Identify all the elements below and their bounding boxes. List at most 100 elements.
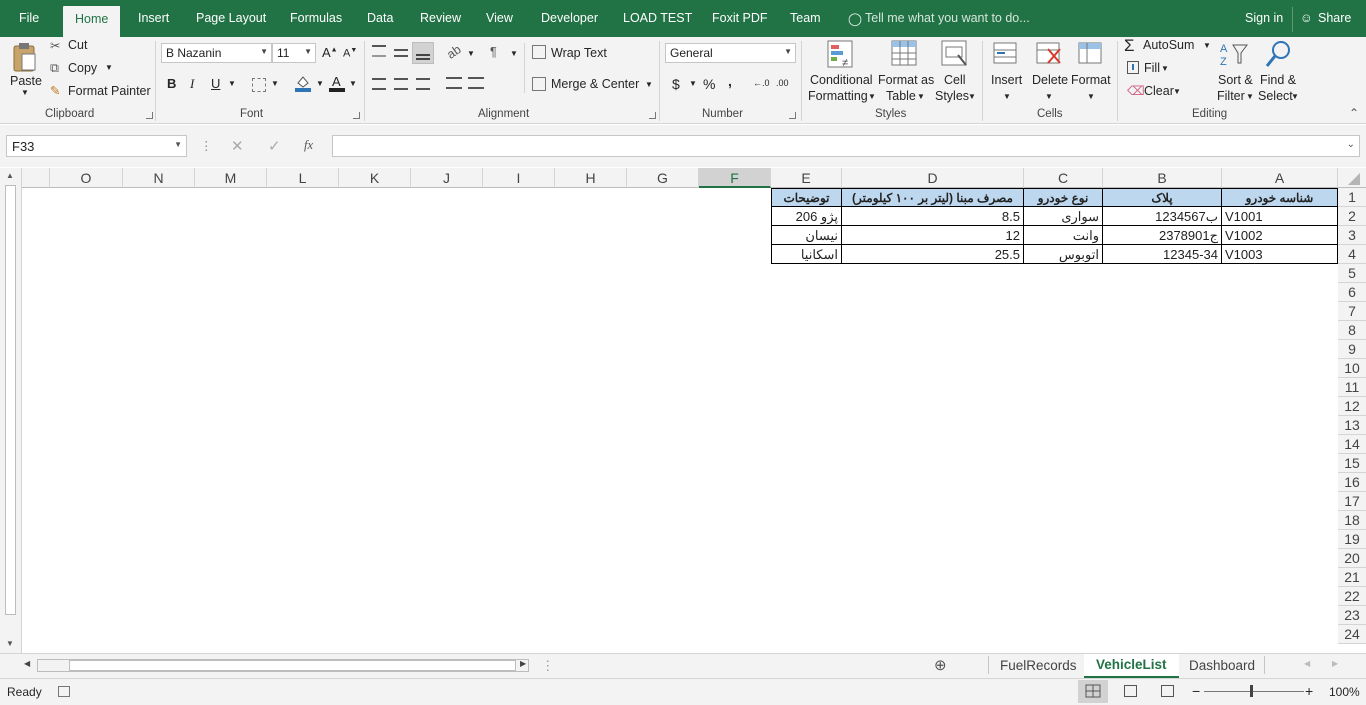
merge-center-button[interactable]: Merge & Center xyxy=(551,77,639,91)
row-header[interactable]: 14 xyxy=(1338,435,1366,454)
paste-icon[interactable] xyxy=(11,41,37,73)
chevron-down-icon[interactable]: ▼ xyxy=(228,79,236,88)
comma-button[interactable]: , xyxy=(728,73,732,89)
select-all-corner[interactable] xyxy=(1338,168,1366,188)
sheet-tab-vehiclelist[interactable]: VehicleList xyxy=(1084,654,1179,678)
row-header[interactable]: 15 xyxy=(1338,454,1366,473)
tab-insert[interactable]: Insert xyxy=(138,11,169,25)
scroll-right-icon[interactable]: ▶ xyxy=(520,659,526,668)
table-cell[interactable]: پژو 206 xyxy=(771,207,842,226)
row-header[interactable]: 21 xyxy=(1338,568,1366,587)
italic-button[interactable]: I xyxy=(190,76,194,92)
top-align-icon[interactable] xyxy=(372,45,386,57)
wrap-text-button[interactable]: Wrap Text xyxy=(551,46,607,60)
increase-indent-icon[interactable] xyxy=(468,77,484,89)
orientation-icon[interactable]: ab xyxy=(444,42,463,61)
sheet-tab-fuelrecords[interactable]: FuelRecords xyxy=(1000,658,1077,673)
share-button[interactable]: Share xyxy=(1318,11,1351,25)
table-cell[interactable]: نیسان xyxy=(771,226,842,245)
chevron-down-icon[interactable]: ▼ xyxy=(21,88,29,97)
tell-me-search[interactable]: Tell me what you want to do... xyxy=(865,11,1030,25)
name-box[interactable]: F33 ▼ xyxy=(6,135,187,157)
insert-function-button[interactable]: fx xyxy=(304,138,313,153)
table-cell[interactable]: V1003 xyxy=(1222,245,1338,264)
format-as-table-label-1[interactable]: Format as xyxy=(878,73,934,87)
column-header-j[interactable]: J xyxy=(411,168,483,188)
tab-developer[interactable]: Developer xyxy=(541,11,598,25)
increase-decimal-icon[interactable]: ←.0 xyxy=(753,78,770,88)
number-format-select[interactable]: General ▼ xyxy=(665,43,796,63)
row-header[interactable]: 22 xyxy=(1338,587,1366,606)
decrease-font-icon[interactable]: A▼ xyxy=(343,47,357,60)
next-sheet-icon[interactable]: ▶ xyxy=(1332,659,1338,668)
bottom-align-icon[interactable] xyxy=(412,42,434,64)
number-launcher-icon[interactable] xyxy=(789,112,796,119)
zoom-level[interactable]: 100% xyxy=(1329,685,1360,699)
autosum-button[interactable]: AutoSum xyxy=(1143,38,1194,52)
font-color-icon[interactable]: A xyxy=(329,74,345,92)
tab-home[interactable]: Home xyxy=(63,6,121,37)
cell-styles-label-1[interactable]: Cell xyxy=(944,73,966,87)
format-painter-button[interactable]: Format Painter xyxy=(68,84,151,98)
column-header-b[interactable]: B xyxy=(1103,168,1222,188)
fill-color-icon[interactable] xyxy=(295,74,311,92)
row-header[interactable]: 10 xyxy=(1338,359,1366,378)
chevron-down-icon[interactable]: ▼ xyxy=(1045,92,1053,101)
formula-input[interactable]: ⌄ xyxy=(332,135,1360,157)
underline-button[interactable]: U xyxy=(211,76,220,91)
tab-view[interactable]: View xyxy=(486,11,513,25)
tab-file[interactable]: File xyxy=(19,11,39,25)
row-header[interactable]: 20 xyxy=(1338,549,1366,568)
column-header-g[interactable]: G xyxy=(627,168,699,188)
clear-button[interactable]: Clear xyxy=(1144,84,1174,98)
column-header-e[interactable]: E xyxy=(771,168,842,188)
chevron-down-icon[interactable]: ▼ xyxy=(271,79,279,88)
row-header[interactable]: 3 xyxy=(1338,226,1366,245)
table-cell[interactable]: 12 xyxy=(842,226,1024,245)
row-header[interactable]: 9 xyxy=(1338,340,1366,359)
table-cell[interactable]: 23ج78901 xyxy=(1103,226,1222,245)
format-as-table-label-2[interactable]: Table xyxy=(886,89,916,103)
page-break-view-icon[interactable] xyxy=(1161,685,1174,697)
prev-sheet-icon[interactable]: ◀ xyxy=(1304,659,1310,668)
sheet-tab-dashboard[interactable]: Dashboard xyxy=(1189,658,1255,673)
row-header[interactable]: 2 xyxy=(1338,207,1366,226)
cell-styles-label-2[interactable]: Styles xyxy=(935,89,969,103)
increase-font-icon[interactable]: A▲ xyxy=(322,45,338,60)
conditional-formatting-label-1[interactable]: Conditional xyxy=(810,73,873,87)
table-cell[interactable]: 12ب34567 xyxy=(1103,207,1222,226)
table-header-cell[interactable]: توضیحات xyxy=(771,188,842,207)
format-cells-button[interactable]: Format xyxy=(1071,73,1111,87)
table-header-cell[interactable]: شناسه خودرو xyxy=(1222,188,1338,207)
column-header-a[interactable]: A xyxy=(1222,168,1338,188)
table-cell[interactable]: اسکانیا xyxy=(771,245,842,264)
chevron-down-icon[interactable]: ▼ xyxy=(1003,92,1011,101)
chevron-down-icon[interactable]: ▼ xyxy=(349,79,357,88)
tab-data[interactable]: Data xyxy=(367,11,393,25)
collapse-ribbon-icon[interactable]: ⌃ xyxy=(1349,106,1359,120)
text-direction-icon[interactable]: ¶ xyxy=(490,45,497,59)
scrollbar-thumb[interactable] xyxy=(5,185,16,615)
delete-cells-button[interactable]: Delete xyxy=(1032,73,1068,87)
chevron-down-icon[interactable]: ⌄ xyxy=(1347,139,1355,150)
new-sheet-button[interactable]: ⊕ xyxy=(934,656,947,674)
row-header[interactable]: 11 xyxy=(1338,378,1366,397)
chevron-down-icon[interactable]: ▼ xyxy=(467,49,475,58)
tab-team[interactable]: Team xyxy=(790,11,821,25)
font-size-select[interactable]: 11 ▼ xyxy=(272,43,316,63)
table-header-cell[interactable]: نوع خودرو xyxy=(1024,188,1103,207)
table-cell[interactable]: 25.5 xyxy=(842,245,1024,264)
decrease-indent-icon[interactable] xyxy=(446,77,462,89)
column-header-i[interactable]: I xyxy=(483,168,555,188)
row-header[interactable]: 13 xyxy=(1338,416,1366,435)
row-header[interactable]: 23 xyxy=(1338,606,1366,625)
chevron-down-icon[interactable]: ▼ xyxy=(316,79,324,88)
column-header-f[interactable]: F xyxy=(699,168,771,188)
cancel-icon[interactable]: ✕ xyxy=(231,137,244,155)
chevron-down-icon[interactable]: ▼ xyxy=(1203,41,1211,50)
row-header[interactable]: 18 xyxy=(1338,511,1366,530)
align-right-icon[interactable] xyxy=(416,78,430,90)
vertical-scrollbar[interactable]: ▲ ▼ xyxy=(0,168,22,653)
chevron-down-icon[interactable]: ▼ xyxy=(1173,87,1181,96)
table-cell[interactable]: سواری xyxy=(1024,207,1103,226)
